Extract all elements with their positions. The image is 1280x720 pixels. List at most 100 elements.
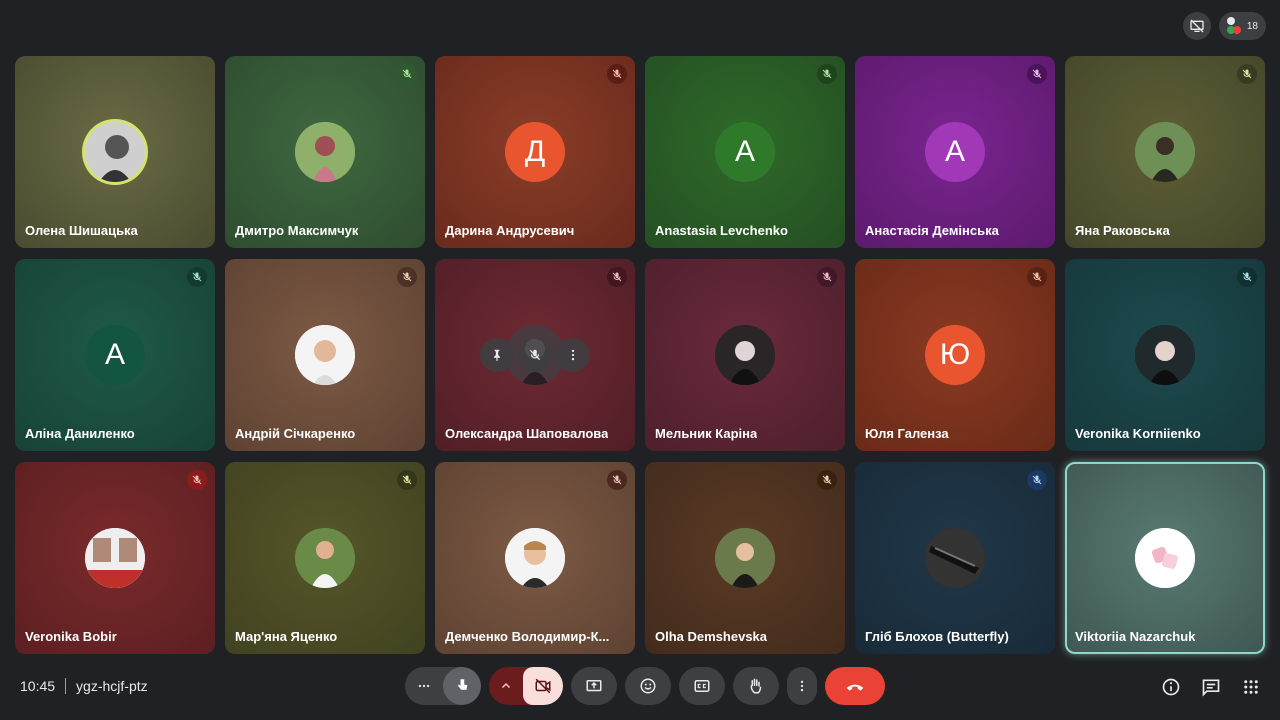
avatar-letter: A [944, 135, 965, 168]
raise-hand-button[interactable] [733, 667, 779, 705]
divider [65, 678, 67, 694]
participant-name: Мар'яна Яценко [235, 629, 338, 644]
mic-off-indicator [1027, 64, 1047, 84]
meeting-time: 10:45 [20, 678, 56, 694]
mic-off-indicator [397, 470, 417, 490]
participant-tile[interactable]: Olha Demshevska [645, 462, 845, 654]
participant-tile[interactable]: Д Дарина Андрусевич [435, 56, 635, 248]
present-screen-button[interactable] [571, 667, 617, 705]
participant-tile[interactable]: Яна Раковська [1065, 56, 1265, 248]
avatar [1135, 325, 1195, 385]
meeting-info: 10:45 ygz-hcjf-ptz [20, 678, 148, 694]
participant-name: Аліна Даниленко [25, 426, 135, 441]
participant-tile[interactable]: A Аліна Даниленко [15, 259, 215, 451]
info-icon [1162, 678, 1180, 696]
camera-off-button[interactable] [523, 667, 563, 705]
participant-name: Veronika Korniienko [1075, 426, 1201, 441]
participant-tile[interactable]: Олена Шишацька [15, 56, 215, 248]
avatar-photo-icon [295, 325, 355, 385]
meeting-details-button[interactable] [1158, 674, 1184, 700]
tile-more-options-button[interactable] [556, 338, 590, 372]
participant-name: Демченко Володимир-К... [445, 629, 610, 644]
mic-off-indicator [1027, 267, 1047, 287]
mic-off-indicator [607, 267, 627, 287]
participant-tile[interactable]: Андрій Січкаренко [225, 259, 425, 451]
mic-off-icon [822, 272, 832, 282]
avatar-photo-icon [505, 528, 565, 588]
participant-name: Яна Раковська [1075, 223, 1170, 238]
mic-button[interactable] [443, 667, 481, 705]
participant-tile[interactable]: Veronika Bobir [15, 462, 215, 654]
call-controls [405, 667, 885, 705]
avatar [925, 528, 985, 588]
participant-tile[interactable]: Veronika Korniienko [1065, 259, 1265, 451]
participant-tile[interactable]: Демченко Володимир-К... [435, 462, 635, 654]
more-horiz-icon [418, 684, 430, 688]
participant-tile[interactable]: A Анастасія Демінська [855, 56, 1055, 248]
avatar: A [925, 122, 985, 182]
chat-button[interactable] [1198, 674, 1224, 700]
video-options-button[interactable] [489, 667, 523, 705]
side-panel-controls [1158, 674, 1264, 700]
participant-count: 18 [1246, 20, 1258, 32]
mic-off-icon [192, 272, 202, 282]
mic-off-indicator [397, 267, 417, 287]
mic-off-icon [402, 69, 412, 79]
participant-grid: Олена Шишацька Дмитро Максимчук Д Дарина… [15, 56, 1265, 654]
participants-button[interactable]: 18 [1218, 12, 1266, 40]
participant-tile[interactable]: Гліб Блохов (Butterfly) [855, 462, 1055, 654]
mic-off-indicator [817, 267, 837, 287]
participant-name: Олександра Шаповалова [445, 426, 609, 441]
participant-name: Мельник Каріна [655, 426, 758, 441]
videocam-off-icon [535, 678, 551, 694]
participant-name: Anastasia Levchenko [655, 223, 788, 238]
pin-icon [494, 349, 500, 361]
avatar-photo-icon [715, 325, 775, 385]
call-end-icon [846, 684, 864, 691]
participant-name: Олена Шишацька [25, 223, 138, 238]
mic-off-icon [1032, 69, 1042, 79]
participant-name: Viktoriia Nazarchuk [1075, 629, 1196, 644]
participant-name: Юля Галенза [865, 426, 949, 441]
captions-button[interactable] [679, 667, 725, 705]
more-vert-icon [571, 349, 575, 361]
tile-hover-controls [480, 338, 590, 372]
participant-tile[interactable]: Дмитро Максимчук [225, 56, 425, 248]
avatar [85, 528, 145, 588]
mic-off-icon [529, 349, 541, 361]
chat-icon [1202, 679, 1220, 697]
presentation-off-button[interactable] [1182, 12, 1211, 40]
activities-button[interactable] [1238, 674, 1264, 700]
camera-control-group [489, 667, 563, 705]
audio-options-button[interactable] [405, 667, 443, 705]
participant-tile[interactable]: Ю Юля Галенза [855, 259, 1055, 451]
mic-off-indicator [1027, 470, 1047, 490]
participant-tile[interactable]: Олександра Шаповалова [435, 259, 635, 451]
avatar-letter: Ю [939, 338, 971, 371]
participant-tile-active-speaker[interactable]: Viktoriia Nazarchuk [1065, 462, 1265, 654]
avatar [295, 122, 355, 182]
mic-off-icon [822, 69, 832, 79]
mic-off-icon [612, 272, 622, 282]
avatar [1135, 122, 1195, 182]
avatar-photo-icon [1135, 325, 1195, 385]
people-icon [1226, 17, 1241, 35]
participant-tile[interactable]: A Anastasia Levchenko [645, 56, 845, 248]
mic-off-icon [612, 475, 622, 485]
avatar [505, 528, 565, 588]
pin-button[interactable] [480, 338, 514, 372]
leave-call-button[interactable] [825, 667, 885, 705]
mic-off-icon [1242, 69, 1252, 79]
participant-name: Olha Demshevska [655, 629, 768, 644]
mic-off-icon [1032, 475, 1042, 485]
more-options-button[interactable] [787, 667, 817, 705]
participant-tile[interactable]: Мельник Каріна [645, 259, 845, 451]
emoji-icon [640, 678, 656, 694]
avatar [85, 122, 145, 182]
mic-off-icon [612, 69, 622, 79]
avatar-photo-icon [1135, 122, 1195, 182]
reactions-button[interactable] [625, 667, 671, 705]
mute-participant-button[interactable] [518, 338, 552, 372]
participant-tile[interactable]: Мар'яна Яценко [225, 462, 425, 654]
participant-name: Анастасія Демінська [865, 223, 999, 238]
